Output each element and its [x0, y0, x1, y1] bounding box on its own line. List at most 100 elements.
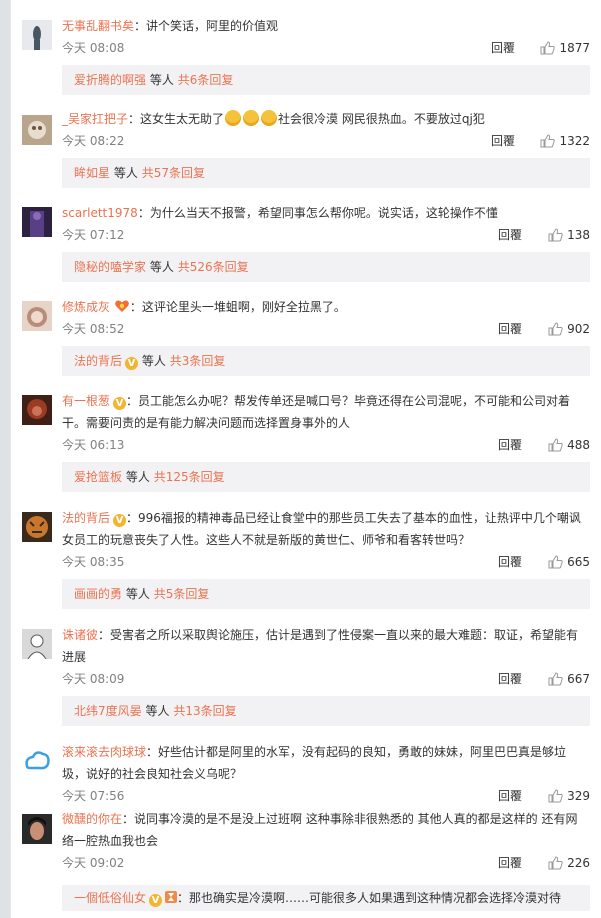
comment-item: _吴家扛把子：这女生太无助了 社会很冷漠 网民很热血。不要放过qj犯 今天 08:…	[22, 95, 590, 189]
comment-item: 一個低俗仙女 V ：那也确实是冷漠啊……可能很多人如果遇到这种情况都会选择冷漠对待	[22, 885, 590, 915]
username-link[interactable]: 无事乱翻书矣	[62, 19, 134, 33]
avatar[interactable]	[22, 746, 52, 776]
sub-reply-user[interactable]: 眸如星	[74, 166, 110, 180]
reply-button[interactable]: 回覆	[498, 785, 522, 807]
username-link[interactable]: 修炼成灰	[62, 300, 110, 314]
reply-button[interactable]: 回覆	[498, 852, 522, 874]
comment-content: ：那也确实是冷漠啊……可能很多人如果遇到这种情况都会选择冷漠对待	[177, 891, 562, 905]
avatar[interactable]	[22, 207, 52, 237]
comment-time: 今天 08:35	[62, 555, 125, 569]
verified-badge-icon: V	[149, 894, 163, 907]
thumbs-up-icon	[548, 856, 563, 870]
hourglass-badge-icon	[165, 886, 178, 903]
reply-button[interactable]: 回覆	[498, 434, 522, 456]
like-button[interactable]: 1322	[540, 130, 590, 152]
comment-content: ：讲个笑话，阿里的价值观	[134, 19, 279, 33]
like-button[interactable]: 138	[548, 224, 590, 246]
like-count: 1877	[559, 41, 590, 55]
username-link[interactable]: 微醺的你在	[62, 812, 122, 826]
comment-content: ：员工能怎么办呢？帮发传单还是喊口号？毕竟还得在公司混呢，不可能和公司对着干。需…	[62, 394, 571, 430]
sub-reply-summary: 北纬7度风晏 等人 共13条回复	[62, 696, 590, 726]
sub-reply-summary: 隐秘的嗑学家 等人 共526条回复	[62, 252, 590, 282]
sub-reply-summary: 眸如星 等人 共57条回复	[62, 158, 590, 188]
avatar[interactable]	[22, 512, 52, 542]
avatar[interactable]	[22, 814, 52, 844]
sub-reply-count-link[interactable]: 共526条回复	[178, 260, 249, 274]
like-button[interactable]: 902	[548, 318, 590, 340]
comment-content: ：这评论里头一堆蛆啊，刚好全拉黑了。	[129, 300, 346, 314]
reply-button[interactable]: 回覆	[498, 318, 522, 340]
like-count: 902	[567, 322, 590, 336]
comment-meta: 今天 08:52 回覆 902	[62, 318, 590, 340]
comment-item: 修炼成灰 ：这评论里头一堆蛆啊，刚好全拉黑了。 今天 08:52 回覆 902 …	[22, 283, 590, 377]
comment-item: 微醺的你在：说同事冷漠的是不是没上过班啊 这种事除非很熟悉的 其他人真的都是这样…	[22, 808, 590, 883]
like-button[interactable]: 329	[548, 785, 590, 807]
thumbs-up-icon	[548, 438, 563, 452]
like-button[interactable]: 1877	[540, 37, 590, 59]
comment-meta: 今天 08:09 回覆 667	[62, 668, 590, 690]
comment-meta: 今天 07:12 回覆 138	[62, 224, 590, 246]
sub-reply-connector: 等人	[141, 354, 166, 368]
like-button[interactable]: 667	[548, 668, 590, 690]
username-link[interactable]: 诛诸彼	[62, 628, 98, 642]
reply-button[interactable]: 回覆	[498, 224, 522, 246]
reply-button[interactable]: 回覆	[498, 551, 522, 573]
username-link[interactable]: 滚来滚去肉球球	[62, 745, 146, 759]
sub-reply-user[interactable]: 北纬7度风晏	[74, 704, 142, 718]
sub-reply-count-link[interactable]: 共3条回复	[170, 354, 226, 368]
thumbs-up-icon	[548, 672, 563, 686]
comment-item: scarlett1978：为什么当天不报警，希望同事怎么帮你呢。说实话，这轮操作…	[22, 189, 590, 283]
comment-item: 诛诸彼：受害者之所以采取舆论施压，估计是遇到了性侵案一直以来的最大难题：取证，希…	[22, 611, 590, 728]
comment-text: 微醺的你在：说同事冷漠的是不是没上过班啊 这种事除非很熟悉的 其他人真的都是这样…	[62, 808, 582, 852]
sub-reply-user[interactable]: 画画的勇	[74, 587, 122, 601]
crying-emoji-icon	[225, 110, 242, 126]
sub-reply-count-link[interactable]: 共13条回复	[173, 704, 236, 718]
sub-reply-user[interactable]: 爱折腾的啊强	[74, 73, 146, 87]
sub-reply-summary: 画画的勇 等人 共5条回复	[62, 579, 590, 609]
comment-content-start: ：这女生太无助了	[128, 112, 225, 126]
like-button[interactable]: 226	[548, 852, 590, 874]
sub-reply-count-link[interactable]: 共57条回复	[142, 166, 205, 180]
sub-reply-connector: 等人	[149, 73, 174, 87]
avatar[interactable]	[22, 395, 52, 425]
sub-reply-count-link[interactable]: 共125条回复	[154, 470, 225, 484]
sub-reply-summary: 法的背后 V 等人 共3条回复	[62, 346, 590, 376]
username-link[interactable]: 法的背后	[62, 511, 110, 525]
reply-button[interactable]: 回覆	[491, 130, 515, 152]
comment-text: 修炼成灰 ：这评论里头一堆蛆啊，刚好全拉黑了。	[62, 296, 582, 318]
sub-reply-user[interactable]: 隐秘的嗑学家	[74, 260, 146, 274]
thumbs-up-icon	[548, 228, 563, 242]
sub-reply-user[interactable]: 法的背后	[74, 354, 122, 368]
avatar[interactable]	[22, 629, 52, 659]
verified-badge-icon: V	[113, 514, 127, 527]
sub-reply-connector: 等人	[125, 470, 150, 484]
thumbs-up-icon	[548, 322, 563, 336]
left-panel-edge	[0, 0, 10, 918]
avatar[interactable]	[22, 20, 52, 50]
comment-text: 诛诸彼：受害者之所以采取舆论施压，估计是遇到了性侵案一直以来的最大难题：取证，希…	[62, 624, 582, 668]
username-link[interactable]: 有一根葱	[62, 394, 110, 408]
thumbs-up-icon	[540, 134, 556, 148]
comment-time: 今天 08:09	[62, 672, 125, 686]
avatar[interactable]	[22, 301, 52, 331]
username-link[interactable]: scarlett1978	[62, 206, 138, 220]
like-count: 667	[567, 672, 590, 686]
like-button[interactable]: 488	[548, 434, 590, 456]
reply-button[interactable]: 回覆	[498, 668, 522, 690]
sub-reply-count-link[interactable]: 共5条回复	[154, 587, 210, 601]
comment-content: ：受害者之所以采取舆论施压，估计是遇到了性侵案一直以来的最大难题：取证，希望能有…	[62, 628, 579, 664]
sub-reply-user[interactable]: 爱抢篮板	[74, 470, 122, 484]
username-link[interactable]: _吴家扛把子	[62, 112, 128, 126]
sub-reply-count-link[interactable]: 共6条回复	[178, 73, 234, 87]
verified-badge-icon: V	[125, 357, 139, 370]
reply-button[interactable]: 回覆	[491, 37, 515, 59]
like-button[interactable]: 665	[548, 551, 590, 573]
avatar[interactable]	[22, 115, 52, 145]
comment-time: 今天 08:52	[62, 322, 125, 336]
like-count: 138	[567, 228, 590, 242]
username-link[interactable]: 一個低俗仙女	[74, 891, 146, 905]
thumbs-up-icon	[540, 41, 556, 55]
sub-reply-summary: 爱抢篮板 等人 共125条回复	[62, 462, 590, 492]
comment-item: 有一根葱 V ：员工能怎么办呢？帮发传单还是喊口号？毕竟还得在公司混呢，不可能和公司…	[22, 377, 590, 494]
thumbs-up-icon	[548, 555, 563, 569]
